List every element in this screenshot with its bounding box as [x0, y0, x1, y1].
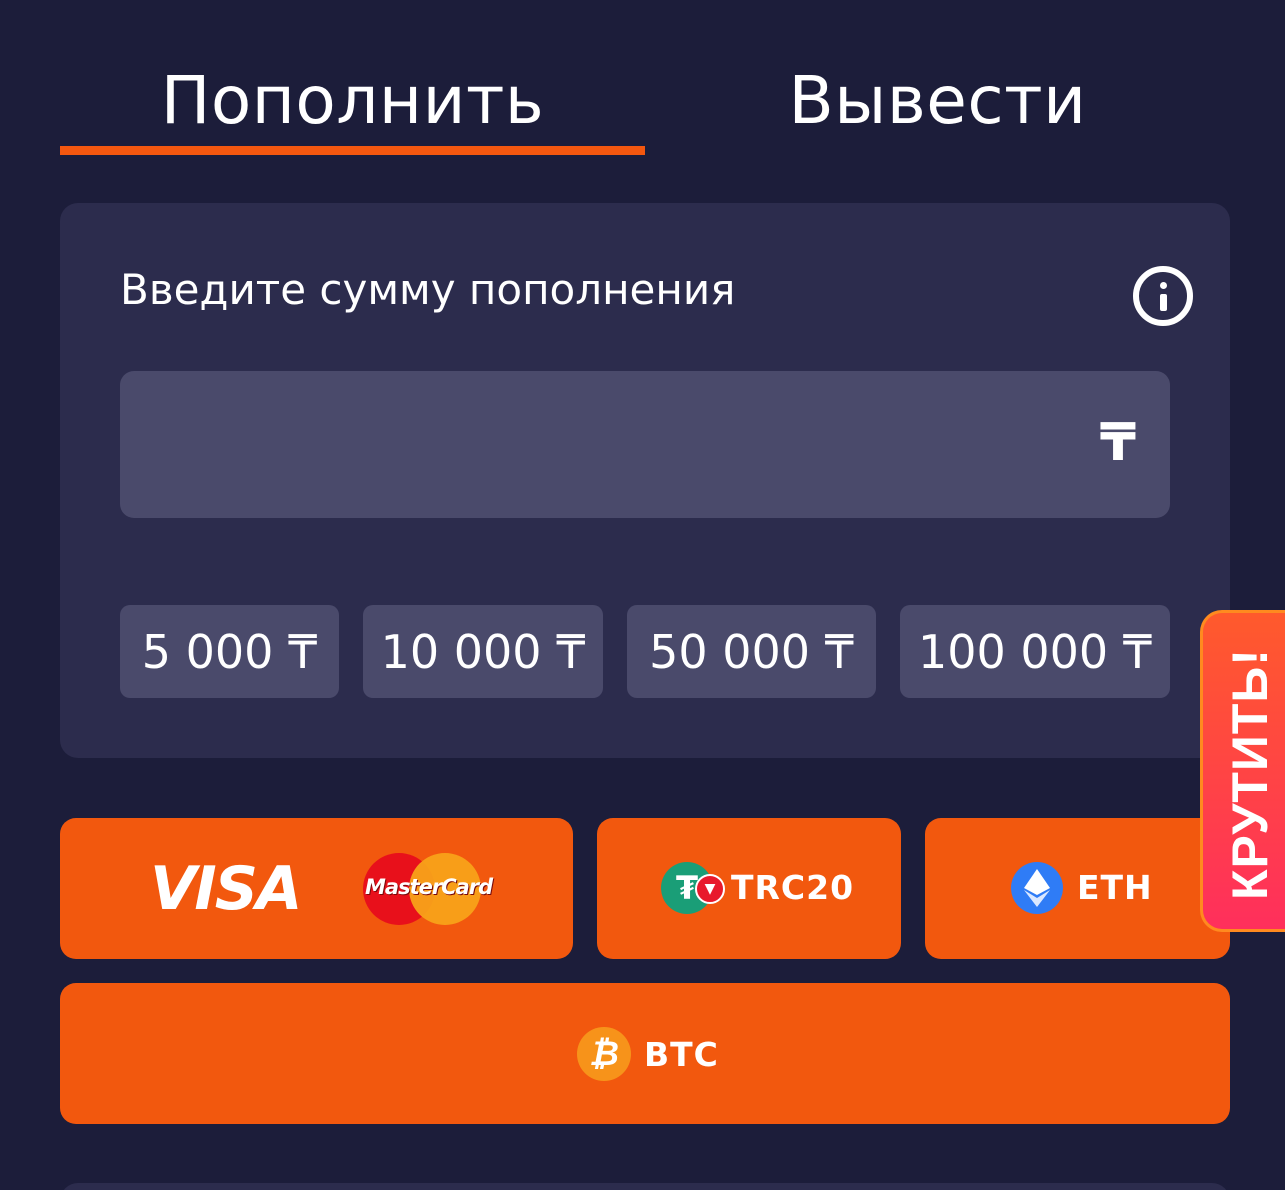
visa-logo: VISA — [150, 854, 302, 924]
ethereum-icon — [1011, 862, 1063, 914]
tabs-bar: Пополнить Вывести — [60, 40, 1230, 160]
eth-label: ETH — [1077, 868, 1153, 907]
tab-deposit[interactable]: Пополнить — [60, 40, 645, 160]
currency-sign: ₸ — [1099, 413, 1136, 473]
preset-amounts: 5 000 ₸ 10 000 ₸ 50 000 ₸ 100 000 ₸ — [120, 605, 1170, 698]
preset-amount-button[interactable]: 10 000 ₸ — [363, 605, 603, 698]
amount-card: Введите сумму пополнения ₸ 5 000 ₸ 10 00… — [60, 203, 1230, 758]
amount-title: Введите сумму пополнения — [120, 265, 736, 314]
next-section-card — [60, 1183, 1230, 1190]
trc20-label: TRC20 — [731, 868, 855, 907]
tab-withdraw[interactable]: Вывести — [645, 40, 1230, 160]
preset-amount-button[interactable]: 50 000 ₸ — [627, 605, 876, 698]
amount-input[interactable] — [120, 371, 1080, 518]
preset-amount-button[interactable]: 100 000 ₸ — [900, 605, 1170, 698]
tron-icon: ▼ — [695, 874, 725, 904]
tether-tron-icon: ₮ ▼ — [661, 862, 725, 914]
mastercard-logo: MasterCard — [363, 853, 493, 925]
mastercard-text: MasterCard — [365, 875, 493, 899]
spin-side-tab[interactable]: КРУТИТЬ! — [1200, 610, 1285, 932]
pay-eth-button[interactable]: ETH — [925, 818, 1230, 959]
spin-label: КРУТИТЬ! — [1222, 648, 1278, 900]
active-tab-indicator — [60, 146, 645, 155]
amount-field: ₸ — [120, 371, 1170, 518]
bitcoin-icon: ₿ — [577, 1027, 631, 1081]
pay-btc-button[interactable]: ₿ BTC — [60, 983, 1230, 1124]
info-icon[interactable] — [1133, 266, 1193, 326]
pay-trc20-button[interactable]: ₮ ▼ TRC20 — [597, 818, 901, 959]
deposit-page: Пополнить Вывести Введите сумму пополнен… — [0, 0, 1285, 1190]
preset-amount-button[interactable]: 5 000 ₸ — [120, 605, 339, 698]
pay-card-button[interactable]: VISA MasterCard — [60, 818, 573, 959]
btc-label: BTC — [644, 1035, 719, 1074]
